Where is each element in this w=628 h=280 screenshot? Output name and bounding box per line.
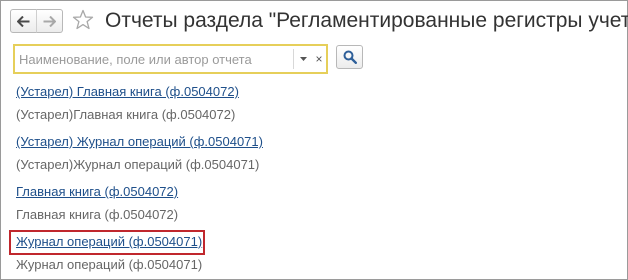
search-input[interactable] bbox=[19, 49, 281, 69]
search-field[interactable]: × bbox=[13, 44, 328, 74]
report-link-old-operations-journal[interactable]: (Устарел) Журнал операций (ф.0504071) bbox=[16, 134, 263, 150]
report-link-old-general-ledger[interactable]: (Устарел) Главная книга (ф.0504072) bbox=[16, 84, 239, 100]
chevron-down-icon bbox=[299, 57, 307, 61]
report-description-operations-journal: Журнал операций (ф.0504071) bbox=[16, 257, 203, 272]
report-description-old-general-ledger: (Устарел)Главная книга (ф.0504072) bbox=[16, 107, 236, 122]
report-link-general-ledger[interactable]: Главная книга (ф.0504072) bbox=[16, 184, 178, 200]
report-description-old-operations-journal: (Устарел)Журнал операций (ф.0504071) bbox=[16, 157, 260, 172]
page-title: Отчеты раздела "Регламентированные регис… bbox=[105, 9, 628, 32]
clear-search-button[interactable]: × bbox=[312, 48, 326, 70]
search-divider bbox=[293, 49, 294, 69]
favorite-button[interactable] bbox=[71, 8, 95, 32]
report-link-operations-journal[interactable]: Журнал операций (ф.0504071) bbox=[16, 234, 202, 250]
arrow-right-icon bbox=[43, 15, 56, 27]
search-button[interactable] bbox=[336, 45, 363, 69]
forward-button[interactable] bbox=[36, 9, 63, 33]
arrow-left-icon bbox=[17, 15, 30, 27]
magnifier-icon bbox=[343, 50, 357, 64]
report-list-window: Отчеты раздела "Регламентированные регис… bbox=[0, 0, 628, 280]
back-button[interactable] bbox=[10, 9, 37, 33]
search-history-dropdown[interactable] bbox=[296, 48, 310, 70]
star-icon bbox=[72, 9, 94, 30]
report-description-general-ledger: Главная книга (ф.0504072) bbox=[16, 207, 179, 222]
